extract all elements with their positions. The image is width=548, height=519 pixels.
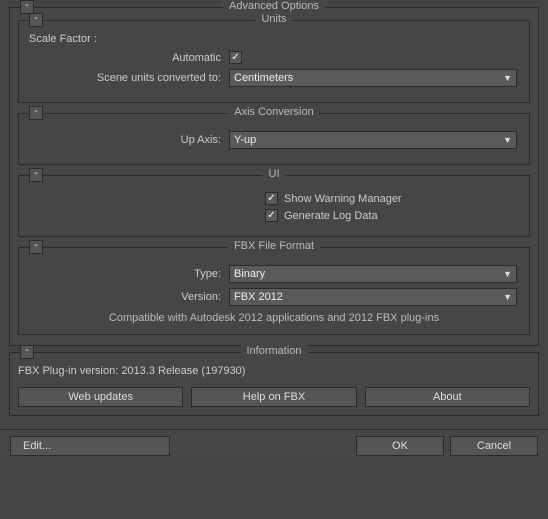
version-dropdown[interactable]: FBX 2012 ▼: [229, 288, 517, 306]
collapse-advanced-button[interactable]: -: [20, 0, 34, 14]
information-title: Information: [240, 345, 307, 357]
up-axis-label: Up Axis:: [29, 134, 229, 146]
help-on-fbx-button[interactable]: Help on FBX: [191, 387, 356, 407]
bottom-bar: Edit... OK Cancel: [0, 429, 548, 462]
units-converted-label: Scene units converted to:: [29, 72, 229, 84]
generate-log-checkbox[interactable]: [265, 209, 278, 222]
ui-panel: - UI Show Warning Manager Generate Log D…: [18, 175, 530, 237]
units-title: Units: [255, 13, 292, 25]
automatic-checkbox[interactable]: [229, 51, 242, 64]
fbx-title: FBX File Format: [228, 240, 320, 252]
version-label: Version:: [29, 291, 229, 303]
axis-title: Axis Conversion: [228, 106, 319, 118]
automatic-label: Automatic: [29, 52, 229, 64]
edit-button[interactable]: Edit...: [10, 436, 170, 456]
collapse-ui-button[interactable]: -: [29, 168, 43, 182]
units-converted-dropdown[interactable]: Centimeters ▼: [229, 69, 517, 87]
units-panel: - Units Scale Factor : Automatic Scene u…: [18, 20, 530, 103]
advanced-options-title: Advanced Options: [223, 0, 325, 12]
up-axis-value: Y-up: [234, 134, 256, 146]
up-axis-dropdown[interactable]: Y-up ▼: [229, 131, 517, 149]
about-button[interactable]: About: [365, 387, 530, 407]
scale-factor-label: Scale Factor :: [29, 33, 519, 45]
chevron-down-icon: ▼: [503, 269, 512, 279]
type-dropdown[interactable]: Binary ▼: [229, 265, 517, 283]
generate-log-label: Generate Log Data: [284, 210, 378, 222]
chevron-down-icon: ▼: [503, 73, 512, 83]
chevron-down-icon: ▼: [503, 292, 512, 302]
collapse-information-button[interactable]: -: [20, 345, 34, 359]
fbx-format-panel: - FBX File Format Type: Binary ▼ Version…: [18, 247, 530, 335]
type-value: Binary: [234, 268, 265, 280]
plugin-version-text: FBX Plug-in version: 2013.3 Release (197…: [18, 365, 530, 377]
axis-conversion-panel: - Axis Conversion Up Axis: Y-up ▼: [18, 113, 530, 165]
web-updates-button[interactable]: Web updates: [18, 387, 183, 407]
ok-button[interactable]: OK: [356, 436, 444, 456]
version-value: FBX 2012: [234, 291, 283, 303]
warning-manager-label: Show Warning Manager: [284, 193, 402, 205]
type-label: Type:: [29, 268, 229, 280]
cancel-button[interactable]: Cancel: [450, 436, 538, 456]
collapse-axis-button[interactable]: -: [29, 106, 43, 120]
collapse-units-button[interactable]: -: [29, 13, 43, 27]
chevron-down-icon: ▼: [503, 135, 512, 145]
information-panel: - Information FBX Plug-in version: 2013.…: [9, 352, 539, 416]
warning-manager-checkbox[interactable]: [265, 192, 278, 205]
collapse-fbx-button[interactable]: -: [29, 240, 43, 254]
units-converted-value: Centimeters: [234, 72, 293, 84]
advanced-options-panel: - Advanced Options - Units Scale Factor …: [9, 7, 539, 346]
compatibility-text: Compatible with Autodesk 2012 applicatio…: [29, 312, 519, 324]
ui-title: UI: [263, 168, 286, 180]
